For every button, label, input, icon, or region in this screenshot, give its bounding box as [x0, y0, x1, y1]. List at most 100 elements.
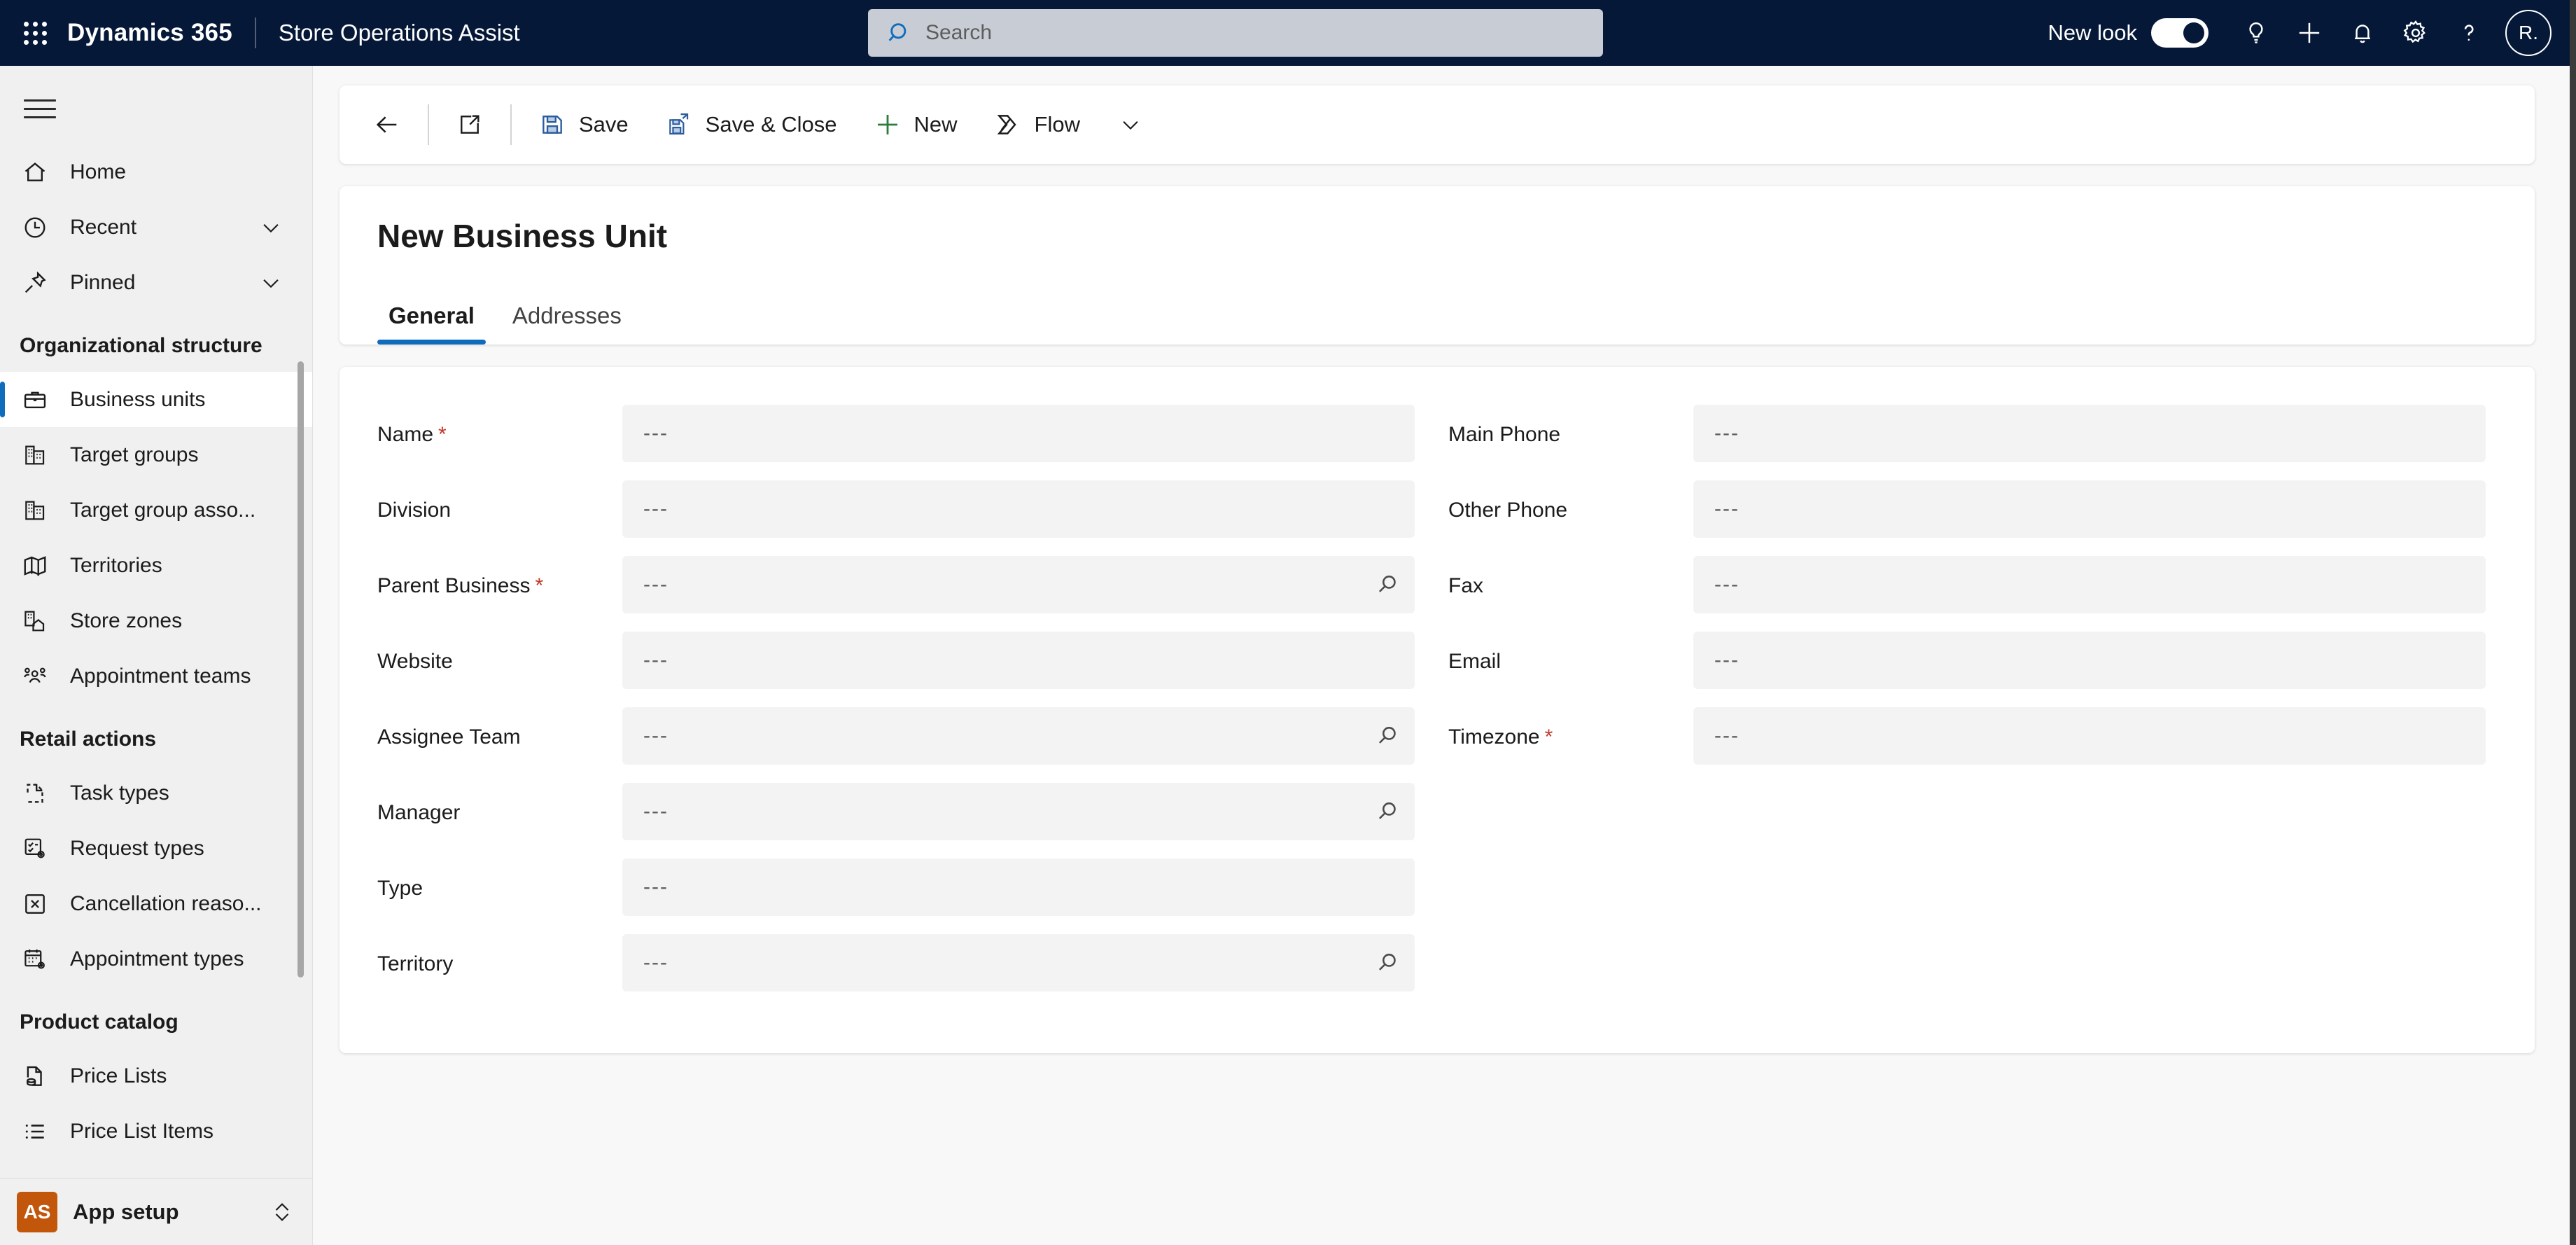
list-icon — [20, 1116, 50, 1147]
field-value: --- — [643, 800, 668, 823]
flow-button[interactable]: Flow — [976, 99, 1098, 151]
lightbulb-icon[interactable] — [2230, 6, 2283, 60]
parent-business-lookup-input[interactable]: --- — [622, 556, 1415, 613]
sidebar-item-cancellation-reasons[interactable]: Cancellation reaso... — [0, 876, 312, 931]
field-label: Assignee Team — [377, 725, 521, 749]
field-label: Territory — [377, 952, 454, 975]
new-button[interactable]: New — [855, 99, 976, 151]
save-button-label: Save — [579, 112, 629, 137]
search-icon[interactable] — [1374, 723, 1401, 749]
plus-icon[interactable] — [2283, 6, 2336, 60]
home-icon — [20, 157, 50, 188]
field-type: Type --- — [377, 858, 1415, 934]
territory-lookup-input[interactable]: --- — [622, 934, 1415, 992]
flow-icon — [994, 111, 1022, 139]
fax-input[interactable]: --- — [1693, 556, 2486, 613]
app-name-label[interactable]: Store Operations Assist — [279, 20, 520, 46]
division-input[interactable]: --- — [622, 480, 1415, 538]
field-label: Parent Business * — [377, 574, 544, 597]
sidebar-item-recent[interactable]: Recent — [0, 200, 312, 255]
question-icon[interactable] — [2442, 6, 2496, 60]
sidebar-item-store-zones[interactable]: Store zones — [0, 593, 312, 648]
sidebar-item-label: Price Lists — [70, 1064, 167, 1087]
search-icon — [888, 23, 906, 41]
sidebar-item-label: Appointment types — [70, 947, 244, 971]
field-email: Email --- — [1448, 632, 2486, 707]
brand-title[interactable]: Dynamics 365 — [67, 19, 232, 47]
sidebar-item-target-groups[interactable]: Target groups — [0, 427, 312, 482]
tab-label: Addresses — [512, 302, 622, 328]
field-value: --- — [643, 951, 668, 974]
sidebar-item-request-types[interactable]: Request types — [0, 821, 312, 876]
search-icon[interactable] — [1374, 798, 1401, 825]
sidebar-item-label: Cancellation reaso... — [70, 891, 262, 915]
chevron-down-icon[interactable] — [259, 271, 283, 295]
tab-addresses[interactable]: Addresses — [501, 302, 633, 345]
new-look-toggle[interactable] — [2151, 18, 2208, 48]
command-bar-overflow-button[interactable] — [1098, 99, 1163, 151]
document-dashed-icon — [20, 778, 50, 809]
sidebar-item-label: Business units — [70, 387, 206, 411]
website-input[interactable]: --- — [622, 632, 1415, 689]
field-value: --- — [643, 497, 668, 520]
general-tab-form: Name * --- Division --- Parent Business * — [340, 367, 2535, 1053]
field-label: Division — [377, 499, 451, 522]
bell-icon[interactable] — [2336, 6, 2389, 60]
sidebar-item-business-units[interactable]: Business units — [0, 372, 312, 427]
assignee-team-lookup-input[interactable]: --- — [622, 707, 1415, 765]
back-button[interactable] — [355, 99, 419, 151]
empty-slot — [1693, 934, 2486, 992]
email-input[interactable]: --- — [1693, 632, 2486, 689]
save-icon — [538, 111, 566, 139]
sidebar-item-pinned[interactable]: Pinned — [0, 255, 312, 310]
field-value: --- — [1714, 724, 1740, 747]
app-launcher-waffle-icon[interactable] — [18, 16, 52, 50]
sidebar-item-task-types[interactable]: Task types — [0, 765, 312, 821]
required-asterisk: * — [1544, 725, 1553, 749]
field-label-empty — [1448, 783, 1693, 801]
main-phone-input[interactable]: --- — [1693, 405, 2486, 462]
app-setup-switcher[interactable]: AS App setup — [0, 1178, 312, 1245]
chevron-up-down-icon[interactable] — [270, 1198, 294, 1226]
field-label: Website — [377, 650, 453, 673]
command-bar-divider — [428, 104, 429, 145]
name-input[interactable]: --- — [622, 405, 1415, 462]
open-in-new-window-button[interactable] — [438, 99, 502, 151]
sidebar-item-price-lists[interactable]: Price Lists — [0, 1048, 312, 1104]
timezone-input[interactable]: --- — [1693, 707, 2486, 765]
gear-icon[interactable] — [2389, 6, 2442, 60]
field-assignee-team: Assignee Team --- — [377, 707, 1415, 783]
manager-lookup-input[interactable]: --- — [622, 783, 1415, 840]
hamburger-menu-icon[interactable] — [15, 85, 64, 132]
sidebar-item-label: Target groups — [70, 443, 199, 466]
chevron-down-icon[interactable] — [259, 216, 283, 239]
pin-icon — [20, 267, 50, 298]
sidebar-group-title: Retail actions — [20, 728, 157, 751]
form-right-column: Main Phone --- Other Phone --- Fax --- E… — [1448, 405, 2486, 1010]
new-look-label: New look — [2047, 20, 2138, 45]
map-icon — [20, 550, 50, 581]
tab-general[interactable]: General — [377, 302, 486, 345]
search-icon[interactable] — [1374, 571, 1401, 598]
sidebar-item-target-group-associations[interactable]: Target group asso... — [0, 482, 312, 538]
chevron-down-icon — [1116, 111, 1144, 139]
type-input[interactable]: --- — [622, 858, 1415, 916]
sidebar-item-appointment-teams[interactable]: Appointment teams — [0, 648, 312, 704]
other-phone-input[interactable]: --- — [1693, 480, 2486, 538]
search-icon[interactable] — [1374, 950, 1401, 976]
global-search-box[interactable]: Search — [868, 9, 1603, 57]
sidebar: Home Recent Pinned Organizational struct… — [0, 66, 313, 1245]
sidebar-item-appointment-types[interactable]: Appointment types — [0, 931, 312, 987]
save-and-close-button[interactable]: Save & Close — [647, 99, 855, 151]
avatar[interactable]: R. — [2505, 10, 2552, 56]
sidebar-nav-scroll-area[interactable]: Home Recent Pinned Organizational struct… — [0, 144, 312, 1178]
sidebar-item-territories[interactable]: Territories — [0, 538, 312, 593]
required-asterisk: * — [535, 574, 544, 597]
sidebar-item-home[interactable]: Home — [0, 144, 312, 200]
field-name: Name * --- — [377, 405, 1415, 480]
sidebar-item-label: Recent — [70, 215, 137, 239]
field-value: --- — [643, 648, 668, 672]
sidebar-item-price-list-items[interactable]: Price List Items — [0, 1104, 312, 1159]
save-button[interactable]: Save — [520, 99, 647, 151]
sidebar-scrollbar[interactable] — [298, 361, 304, 978]
